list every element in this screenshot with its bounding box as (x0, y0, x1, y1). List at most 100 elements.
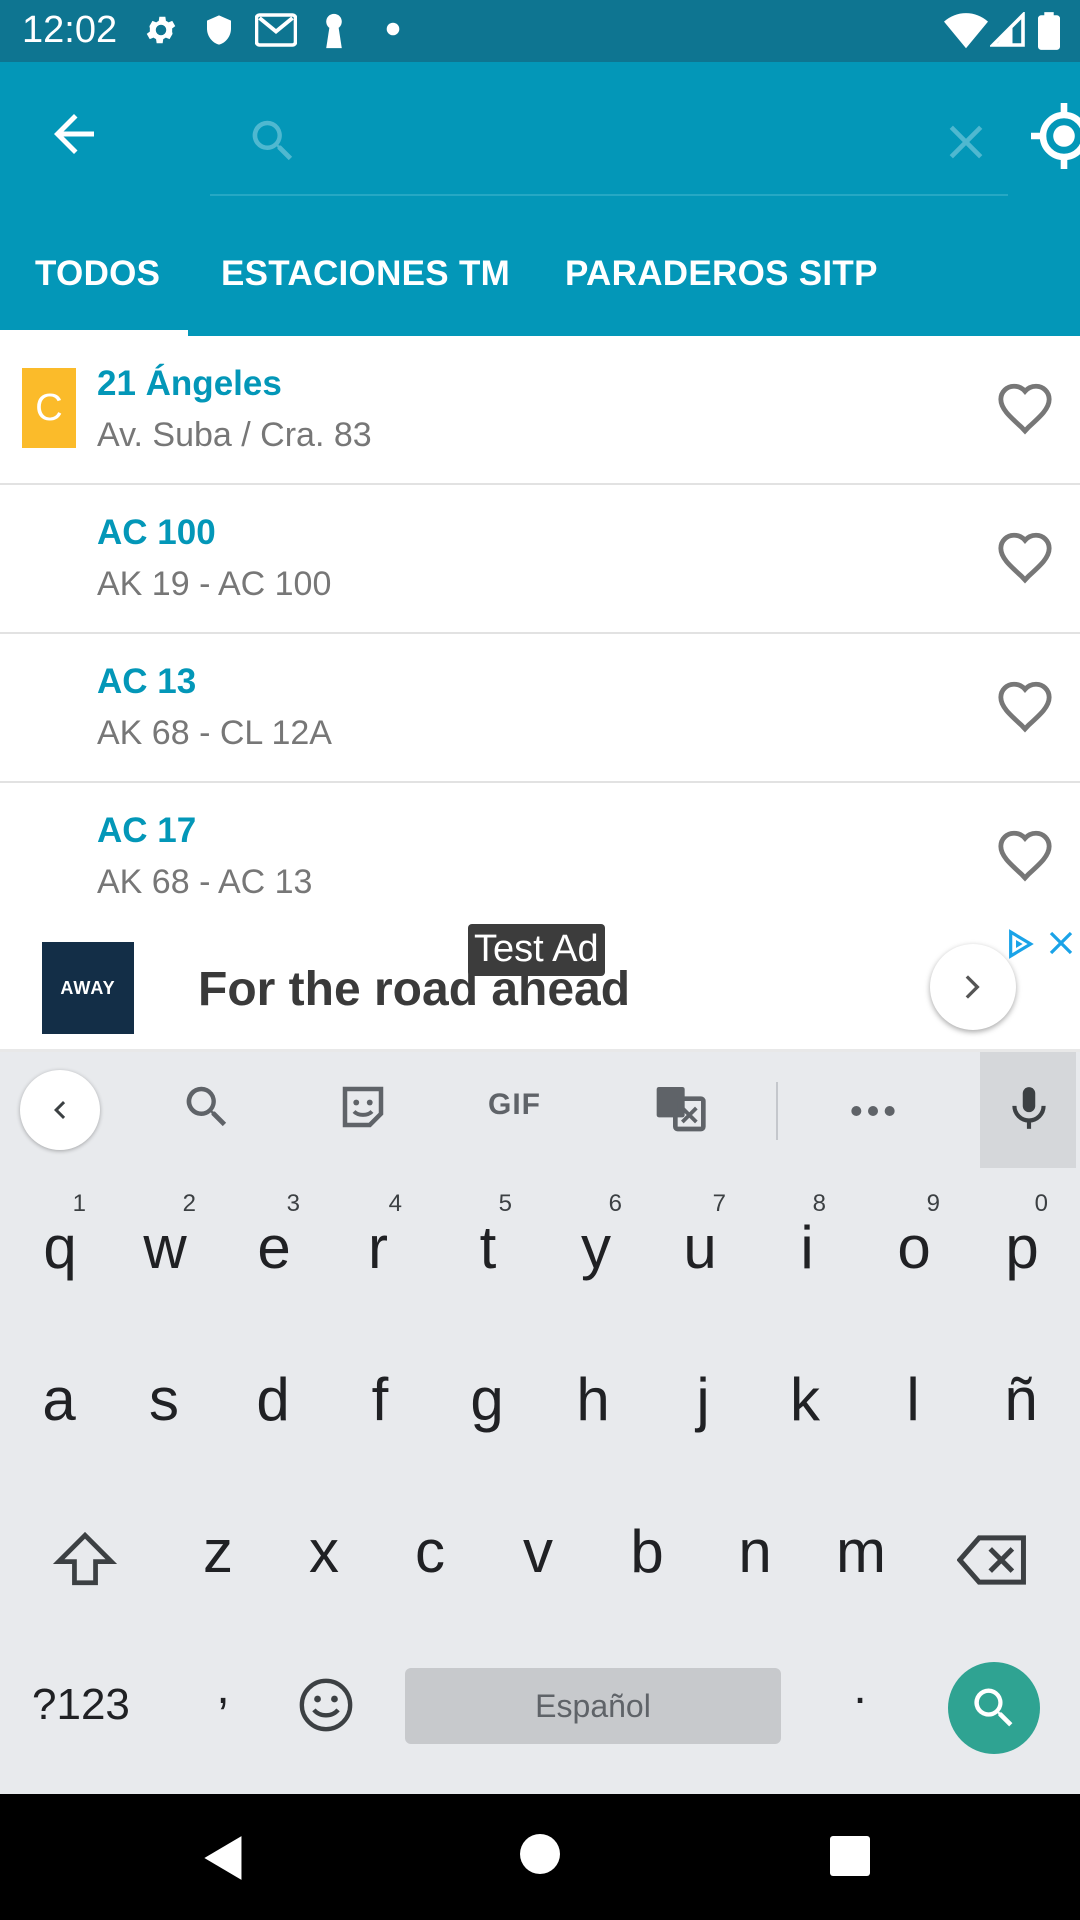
key-p[interactable]: p0 (1000, 1190, 1048, 1278)
key-y[interactable]: y6 (574, 1190, 622, 1278)
key-a[interactable]: a (34, 1370, 84, 1430)
nav-back-icon[interactable] (202, 1834, 246, 1882)
backspace-key[interactable] (956, 1532, 1030, 1593)
test-ad-label: Test Ad (468, 924, 605, 976)
wifi-icon (944, 13, 988, 49)
arrow-back-icon (54, 114, 94, 154)
dot-icon (386, 22, 400, 36)
stop-address: Av. Suba / Cra. 83 (97, 416, 372, 454)
tab-estaciones-tm[interactable]: ESTACIONES TM (221, 230, 510, 336)
key-j[interactable]: j (688, 1370, 718, 1430)
key-o[interactable]: o9 (892, 1190, 940, 1278)
ad-choices-icon[interactable] (1004, 928, 1036, 960)
key-q[interactable]: q1 (38, 1190, 86, 1278)
key-l[interactable]: l (898, 1370, 928, 1430)
key-v[interactable]: v (516, 1522, 560, 1582)
search-box (210, 100, 1008, 196)
shift-key[interactable] (50, 1530, 120, 1593)
ad-logo: AWAY (42, 942, 134, 1034)
tab-todos[interactable]: TODOS (35, 230, 160, 336)
key-u[interactable]: u7 (678, 1190, 726, 1278)
key-h[interactable]: h (568, 1370, 618, 1430)
favorite-button[interactable] (996, 380, 1054, 436)
my-location-button[interactable] (1024, 100, 1080, 172)
system-nav-bar (0, 1794, 1080, 1920)
key-n[interactable]: n (730, 1522, 780, 1582)
stop-address: AK 19 - AC 100 (97, 565, 332, 603)
shift-icon (52, 1531, 118, 1586)
heart-outline-icon (998, 681, 1052, 733)
stop-name: 21 Ángeles (97, 364, 282, 403)
heart-outline-icon (998, 383, 1052, 435)
ad-close-icon[interactable] (1046, 928, 1076, 958)
key-x[interactable]: x (302, 1522, 346, 1582)
sticker-icon[interactable] (336, 1080, 390, 1134)
space-key[interactable]: Español (405, 1668, 781, 1744)
tab-paraderos-sitp[interactable]: PARADEROS SITP (565, 230, 878, 336)
emoji-icon (299, 1678, 353, 1732)
key-z[interactable]: z (196, 1522, 240, 1582)
key-s[interactable]: s (142, 1370, 186, 1430)
search-action-key[interactable] (948, 1662, 1040, 1754)
favorite-button[interactable] (996, 529, 1054, 585)
key-w[interactable]: w2 (138, 1190, 196, 1278)
stop-address: AK 68 - AC 13 (97, 863, 313, 901)
key-k[interactable]: k (780, 1370, 830, 1430)
stop-address: AK 68 - CL 12A (97, 714, 332, 752)
back-button[interactable] (44, 104, 104, 164)
stops-list: C 21 Ángeles Av. Suba / Cra. 83 AC 100 A… (0, 336, 1080, 924)
key-b[interactable]: b (622, 1522, 672, 1582)
favorite-button[interactable] (996, 827, 1054, 883)
mic-icon[interactable] (1004, 1080, 1054, 1136)
list-item[interactable]: AC 17 AK 68 - AC 13 (0, 783, 1080, 924)
keyhole-icon (326, 13, 342, 49)
ad-banner[interactable]: AWAY For the road ahead Test Ad (0, 924, 1080, 1052)
stop-name: AC 17 (97, 811, 197, 850)
tab-bar: TODOS ESTACIONES TM PARADEROS SITP (0, 230, 1080, 336)
key-r[interactable]: r4 (358, 1190, 402, 1278)
emoji-key[interactable] (296, 1676, 356, 1739)
key-m[interactable]: m (828, 1522, 894, 1582)
my-location-icon (1031, 103, 1080, 169)
stop-name: AC 100 (97, 513, 216, 552)
list-item[interactable]: AC 13 AK 68 - CL 12A (0, 634, 1080, 783)
key-f[interactable]: f (360, 1370, 400, 1430)
heart-outline-icon (998, 830, 1052, 882)
nav-recents-icon[interactable] (830, 1836, 870, 1876)
gmail-icon (255, 13, 297, 47)
close-icon (949, 125, 983, 159)
nav-home-icon[interactable] (520, 1834, 560, 1874)
gif-button[interactable]: GIF (488, 1088, 541, 1122)
shield-icon (207, 15, 231, 45)
list-item[interactable]: C 21 Ángeles Av. Suba / Cra. 83 (0, 336, 1080, 485)
key-i[interactable]: i8 (792, 1190, 826, 1278)
period-key[interactable]: . (848, 1664, 872, 1712)
toolbar-divider (776, 1082, 778, 1140)
symbols-key[interactable]: ?123 (32, 1680, 130, 1730)
signal-icon (990, 12, 1025, 47)
search-icon[interactable] (180, 1080, 234, 1134)
chevron-left-icon (54, 1101, 66, 1119)
comma-key[interactable]: , (208, 1664, 238, 1712)
stop-name: AC 13 (97, 662, 197, 701)
collapse-toolbar-button[interactable] (20, 1070, 100, 1150)
list-item[interactable]: AC 100 AK 19 - AC 100 (0, 485, 1080, 634)
chevron-right-icon (965, 975, 980, 999)
translate-icon[interactable] (652, 1080, 708, 1136)
keyboard-toolbar: GIF (0, 1052, 1080, 1168)
status-time: 12:02 (22, 9, 118, 51)
key-t[interactable]: t5 (468, 1190, 512, 1278)
key-d[interactable]: d (248, 1370, 298, 1430)
stop-badge: C (22, 368, 76, 448)
search-input[interactable] (310, 116, 910, 176)
backspace-icon (956, 1535, 1026, 1585)
status-bar: 12:02 (0, 0, 1080, 62)
key-e[interactable]: e3 (252, 1190, 300, 1278)
key-c[interactable]: c (408, 1522, 452, 1582)
key-n-tilde[interactable]: ñ (996, 1370, 1046, 1430)
heart-outline-icon (998, 532, 1052, 584)
more-icon[interactable] (848, 1086, 898, 1136)
favorite-button[interactable] (996, 678, 1054, 734)
key-g[interactable]: g (462, 1370, 512, 1430)
clear-button[interactable] (938, 114, 994, 170)
